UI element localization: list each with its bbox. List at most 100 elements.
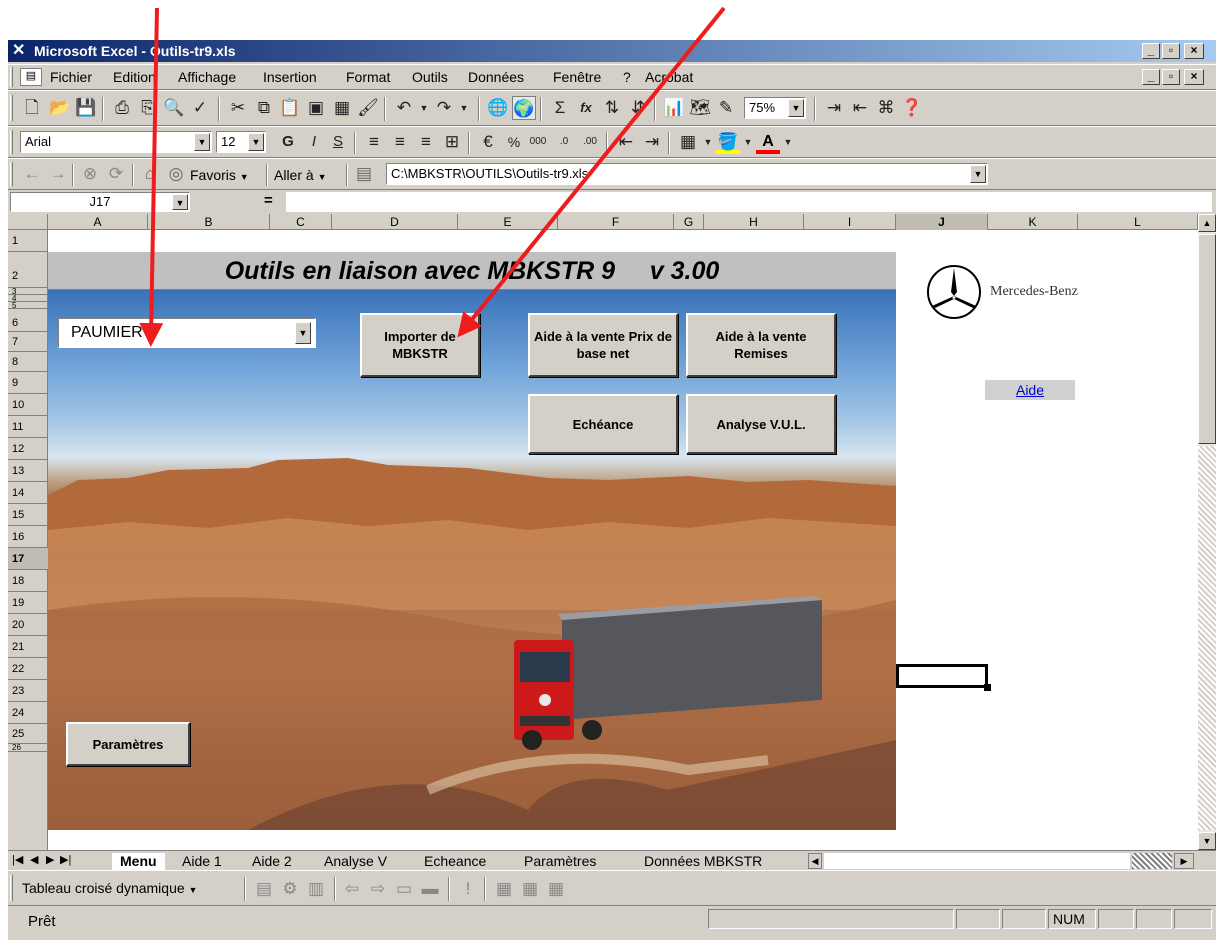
formula-input[interactable] [286, 192, 1212, 212]
scroll-down-button[interactable]: ▼ [1198, 832, 1216, 850]
column-d[interactable]: D [332, 214, 458, 230]
scroll-up-button[interactable]: ▲ [1198, 214, 1216, 232]
menu-help[interactable]: ? [623, 69, 631, 85]
merge-icon[interactable]: ⇥ [822, 96, 846, 120]
pivot-wizard-icon[interactable]: ▤ [252, 877, 276, 901]
row-16[interactable]: 16 [8, 526, 48, 548]
h-scroll-left-button[interactable]: ◀ [808, 853, 822, 869]
row-9[interactable]: 9 [8, 372, 48, 394]
zoom-select[interactable]: 75% ▼ [744, 97, 806, 119]
select-both-icon[interactable]: ▦ [544, 877, 568, 901]
font-select[interactable]: Arial ▼ [20, 131, 212, 153]
redo-dropdown-icon[interactable]: ▼ [452, 96, 476, 120]
function-icon[interactable]: fx [574, 96, 598, 120]
back-icon[interactable]: ← [20, 162, 44, 186]
split-icon[interactable]: ⇤ [848, 96, 872, 120]
row-23[interactable]: 23 [8, 680, 48, 702]
print-preview-icon[interactable]: ⎘ [136, 96, 160, 120]
align-center-icon[interactable]: ≡ [388, 130, 412, 154]
currency-icon[interactable]: € [476, 130, 500, 154]
h-scroll-track[interactable] [824, 853, 1130, 869]
web-toolbar-icon[interactable]: 🌍 [512, 96, 536, 120]
tab-aide-2[interactable]: Aide 2 [252, 853, 292, 870]
tab-aide-1[interactable]: Aide 1 [182, 853, 222, 870]
analyse-vul-button[interactable]: Analyse V.U.L. [686, 394, 836, 454]
pivot-menu[interactable]: Tableau croisé dynamique ▼ [22, 880, 197, 896]
row-18[interactable]: 18 [8, 570, 48, 592]
group-icon[interactable]: ⇨ [366, 877, 390, 901]
drawing-icon[interactable]: ✎ [714, 96, 738, 120]
italic-button[interactable]: I [302, 130, 326, 154]
tab-nav-first-icon[interactable]: |◀ [12, 853, 23, 866]
minimize-button[interactable]: _ [1142, 43, 1160, 59]
selected-cell-j17[interactable] [896, 664, 988, 688]
importer-mbkstr-button[interactable]: Importer de MBKSTR [360, 313, 480, 377]
workbook-icon[interactable]: ▤ [20, 68, 42, 86]
menu-insertion[interactable]: Insertion [263, 69, 317, 85]
merge-center-icon[interactable]: ⊞ [440, 130, 464, 154]
row-13[interactable]: 13 [8, 460, 48, 482]
row-22[interactable]: 22 [8, 658, 48, 680]
tree-icon[interactable]: ⌘ [874, 96, 898, 120]
row-11[interactable]: 11 [8, 416, 48, 438]
column-e[interactable]: E [458, 214, 558, 230]
refresh-data-icon[interactable]: ! [456, 877, 480, 901]
paste-values-icon[interactable]: ▦ [330, 96, 354, 120]
increase-decimal-icon[interactable]: .0 [552, 130, 576, 154]
aller-menu[interactable]: Aller à ▼ [274, 167, 327, 183]
pivot-field-icon[interactable]: ⚙ [278, 877, 302, 901]
column-i[interactable]: I [804, 214, 896, 230]
row-12[interactable]: 12 [8, 438, 48, 460]
print-icon[interactable]: ⎙ [110, 96, 134, 120]
column-c[interactable]: C [270, 214, 332, 230]
format-painter-icon[interactable]: 🖌 [356, 96, 380, 120]
size-select[interactable]: 12 ▼ [216, 131, 266, 153]
paste-special-icon[interactable]: ▣ [304, 96, 328, 120]
refresh-icon[interactable]: ⟳ [104, 162, 128, 186]
preview-icon[interactable]: 🔍 [162, 96, 186, 120]
formula-equals[interactable]: = [264, 192, 273, 209]
search-icon[interactable]: ◎ [164, 162, 188, 186]
column-k[interactable]: K [988, 214, 1078, 230]
size-dropdown-button[interactable]: ▼ [248, 133, 264, 151]
row-19[interactable]: 19 [8, 592, 48, 614]
h-scroll-thumb[interactable] [1132, 853, 1172, 869]
address-dropdown-button[interactable]: ▼ [970, 165, 986, 183]
select-label-icon[interactable]: ▦ [492, 877, 516, 901]
menu-donnees[interactable]: Données [468, 69, 524, 85]
tab-parametres[interactable]: Paramètres [524, 853, 596, 870]
save-icon[interactable]: 💾 [74, 96, 98, 120]
tab-nav-last-icon[interactable]: ▶| [60, 853, 71, 866]
stop-icon[interactable]: ⊗ [78, 162, 102, 186]
aide-link[interactable]: Aide [1016, 382, 1044, 398]
row-5[interactable]: 5 [8, 302, 48, 310]
doc-minimize-button[interactable]: _ [1142, 69, 1160, 85]
row-8[interactable]: 8 [8, 352, 48, 372]
tab-donnees-mbkstr[interactable]: Données MBKSTR [644, 853, 762, 870]
increase-indent-icon[interactable]: ⇥ [640, 130, 664, 154]
select-all-corner[interactable] [8, 214, 48, 230]
font-dropdown-button[interactable]: ▼ [194, 133, 210, 151]
vertical-scrollbar[interactable]: ▲ ▼ [1198, 214, 1216, 850]
select-data-icon[interactable]: ▦ [518, 877, 542, 901]
row-6[interactable]: 6 [8, 309, 48, 332]
forward-icon[interactable]: → [46, 162, 70, 186]
row-21[interactable]: 21 [8, 636, 48, 658]
echeance-button[interactable]: Echéance [528, 394, 678, 454]
column-b[interactable]: B [148, 214, 270, 230]
aide-prix-base-button[interactable]: Aide à la vente Prix de base net [528, 313, 678, 377]
doc-close-button[interactable]: × [1184, 69, 1204, 85]
address-field[interactable]: C:\MBKSTR\OUTILS\Outils-tr9.xls ▼ [386, 163, 988, 185]
decrease-indent-icon[interactable]: ⇤ [614, 130, 638, 154]
scroll-thumb[interactable] [1198, 234, 1216, 444]
scroll-track[interactable] [1198, 446, 1216, 830]
autosum-icon[interactable]: Σ [548, 96, 572, 120]
row-20[interactable]: 20 [8, 614, 48, 636]
menu-format[interactable]: Format [346, 69, 390, 85]
tab-analyse-v[interactable]: Analyse V [324, 853, 387, 870]
office-assistant-icon[interactable]: ❓ [900, 96, 924, 120]
vendor-dropdown[interactable]: PAUMIER ▼ [58, 318, 316, 348]
doc-restore-button[interactable]: ▫ [1162, 69, 1180, 85]
menu-affichage[interactable]: Affichage [178, 69, 236, 85]
tab-echeance[interactable]: Echeance [424, 853, 486, 870]
